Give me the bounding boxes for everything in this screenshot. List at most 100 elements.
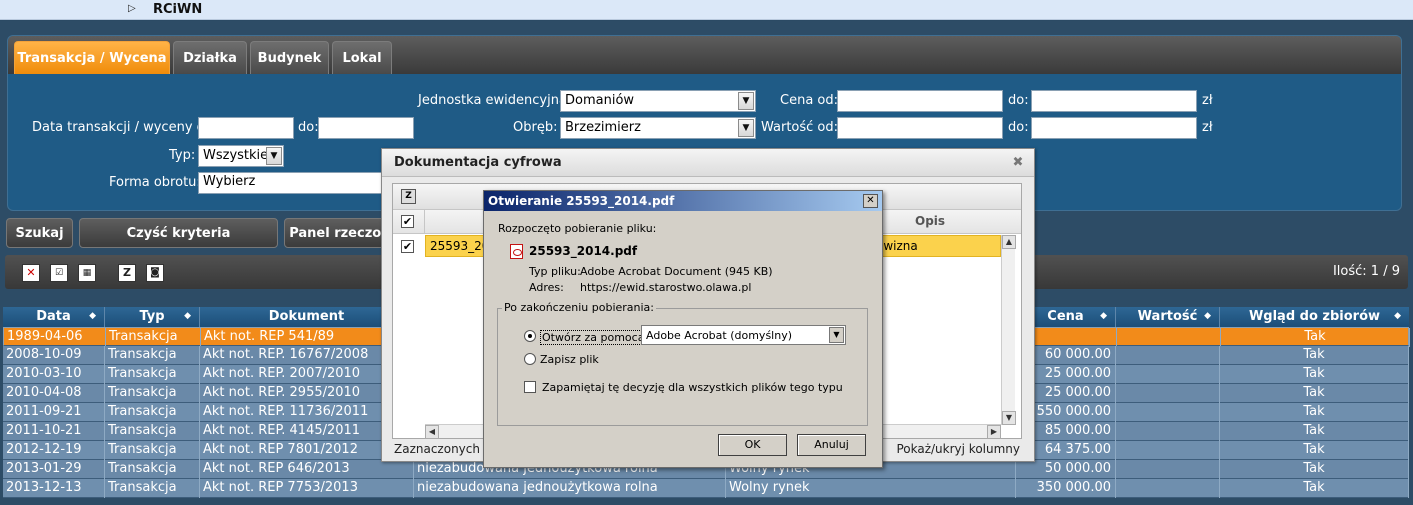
- zoom-icon[interactable]: Z: [118, 264, 136, 282]
- save-file-radio[interactable]: [524, 353, 536, 365]
- tree-title[interactable]: RCiWN: [153, 2, 202, 17]
- jednostka-select[interactable]: Domaniów ▼: [560, 90, 756, 112]
- panel-button[interactable]: Panel rzeczoz: [284, 218, 394, 248]
- camera-icon[interactable]: ◙: [146, 264, 164, 282]
- chevron-down-icon: ▼: [738, 119, 754, 137]
- scroll-left-icon[interactable]: ◀: [425, 425, 439, 439]
- tab-dzialka[interactable]: Działka: [173, 41, 247, 74]
- file-type-value: Adobe Acrobat Document (945 KB): [580, 265, 773, 278]
- clear-criteria-button[interactable]: Czyść kryteria wyszukiwania: [79, 218, 278, 271]
- data-od-label: Data transakcji / wyceny od:: [32, 120, 218, 135]
- cancel-button[interactable]: Anuluj: [797, 434, 866, 456]
- cena-do-label: do:: [1008, 93, 1029, 108]
- pdf-file-icon: [510, 244, 523, 259]
- forma-select[interactable]: Wybierz: [198, 172, 388, 194]
- scroll-up-icon[interactable]: ▲: [1002, 235, 1016, 249]
- cell-typ: Transakcja: [105, 441, 200, 460]
- cell-data: 2011-09-21: [3, 403, 105, 422]
- header-wglad[interactable]: Wgląd do zbiorów ◆: [1220, 307, 1409, 327]
- search-button[interactable]: Szukaj: [6, 218, 73, 248]
- cell-dok: Akt not. REP 7753/2013: [200, 479, 414, 498]
- header-opis[interactable]: Opis: [915, 214, 945, 228]
- cell-wartosc: [1117, 328, 1221, 347]
- cell-wartosc: [1116, 365, 1220, 384]
- scroll-right-icon[interactable]: ▶: [987, 425, 1001, 439]
- save-file-label[interactable]: Zapisz plik: [540, 353, 599, 366]
- cell-wglad: Tak: [1220, 441, 1409, 460]
- cena-od-input[interactable]: [837, 90, 1003, 112]
- wartosc-od-label: Wartość od:: [761, 120, 839, 135]
- tab-budynek[interactable]: Budynek: [250, 41, 329, 74]
- remember-label[interactable]: Zapamiętaj tę decyzję dla wszystkich pli…: [542, 381, 843, 394]
- sort-icon: ◆: [1204, 311, 1211, 321]
- close-icon[interactable]: ✕: [863, 194, 878, 208]
- main-stage: Transakcja / Wycena Działka Budynek Loka…: [0, 21, 1413, 505]
- download-filename: 25593_2014.pdf: [529, 244, 638, 258]
- cell-data: 2012-12-19: [3, 441, 105, 460]
- header-data[interactable]: Data ◆: [3, 307, 105, 327]
- cell-wglad: Tak: [1221, 328, 1410, 347]
- ok-button[interactable]: OK: [718, 434, 787, 456]
- typ-select[interactable]: Wszystkie ▼: [198, 145, 284, 167]
- select-all-checkbox[interactable]: ✔: [401, 215, 414, 228]
- toggle-columns-link[interactable]: Pokaż/ukryj kolumny: [896, 442, 1020, 456]
- header-typ[interactable]: Typ ◆: [105, 307, 200, 327]
- cell-data: 2010-04-08: [3, 384, 105, 403]
- delete-icon[interactable]: ✕: [22, 264, 40, 282]
- documentation-dialog-title[interactable]: Dokumentacja cyfrowa: [382, 149, 1034, 177]
- sort-icon: ◆: [1394, 311, 1401, 321]
- cell-typ: Transakcja: [105, 403, 200, 422]
- cena-od-label: Cena od:: [780, 93, 838, 108]
- cena-currency: zł: [1202, 93, 1213, 108]
- data-do-label: do:: [298, 120, 319, 135]
- cell-wglad: Tak: [1220, 460, 1409, 479]
- cell-data: 1989-04-06: [4, 328, 106, 347]
- cell-typ: Transakcja: [105, 384, 200, 403]
- tree-bar: ▷ RCiWN: [0, 0, 1413, 20]
- chevron-down-icon: ▼: [829, 327, 844, 343]
- wartosc-od-input[interactable]: [837, 117, 1003, 139]
- cell-wartosc: [1116, 384, 1220, 403]
- open-with-select[interactable]: Adobe Acrobat (domyślny) ▼: [641, 325, 846, 345]
- expand-arrow-icon[interactable]: ▷: [128, 3, 136, 14]
- jednostka-label: Jednostka ewidencyjna:: [418, 93, 572, 108]
- print-icon[interactable]: Z: [401, 189, 416, 204]
- close-icon[interactable]: ✖: [1010, 155, 1026, 171]
- document-name: 25593_20: [430, 239, 490, 253]
- cell-data: 2013-12-13: [3, 479, 105, 498]
- cell-typ: Transakcja: [105, 479, 200, 498]
- cell-wartosc: [1116, 422, 1220, 441]
- tab-lokal[interactable]: Lokal: [332, 41, 392, 74]
- download-dialog-title[interactable]: Otwieranie 25593_2014.pdf: [484, 191, 882, 211]
- wartosc-currency: zł: [1202, 120, 1213, 135]
- cell-wartosc: [1116, 460, 1220, 479]
- cell-data: 2013-01-29: [3, 460, 105, 479]
- obreb-label: Obręb:: [513, 120, 558, 135]
- cell-wglad: Tak: [1220, 422, 1409, 441]
- typ-label: Typ:: [169, 148, 196, 163]
- file-type-label: Typ pliku:: [529, 265, 581, 278]
- cell-typ: Transakcja: [105, 460, 200, 479]
- tab-transakcja[interactable]: Transakcja / Wycena: [14, 41, 170, 74]
- cell-wglad: Tak: [1220, 479, 1409, 498]
- column-divider: [424, 210, 425, 234]
- check-all-icon[interactable]: ☑: [50, 264, 68, 282]
- chevron-down-icon: ▼: [266, 147, 282, 165]
- cell-cena: 350 000.00: [1016, 479, 1116, 498]
- obreb-select[interactable]: Brzezimierz ▼: [560, 117, 756, 139]
- scroll-down-icon[interactable]: ▼: [1002, 411, 1016, 425]
- row-checkbox[interactable]: ✔: [401, 240, 414, 253]
- data-do-input[interactable]: [318, 117, 414, 139]
- data-od-input[interactable]: [198, 117, 294, 139]
- cell-opis: niezabudowana jednoużytkowa rolna: [414, 479, 726, 498]
- wartosc-do-input[interactable]: [1031, 117, 1197, 139]
- vertical-scrollbar[interactable]: ▲ ▼: [1001, 235, 1016, 425]
- header-wartosc[interactable]: Wartość ◆: [1116, 307, 1220, 327]
- cell-wartosc: [1116, 479, 1220, 498]
- open-with-radio[interactable]: [524, 330, 536, 342]
- table-row[interactable]: 2013-12-13 Transakcja Akt not. REP 7753/20…: [3, 479, 1409, 498]
- cena-do-input[interactable]: [1031, 90, 1197, 112]
- grid-view-icon[interactable]: ▦: [78, 264, 96, 282]
- open-with-label[interactable]: Otwórz za pomocą: [540, 330, 647, 345]
- remember-checkbox[interactable]: [524, 381, 536, 393]
